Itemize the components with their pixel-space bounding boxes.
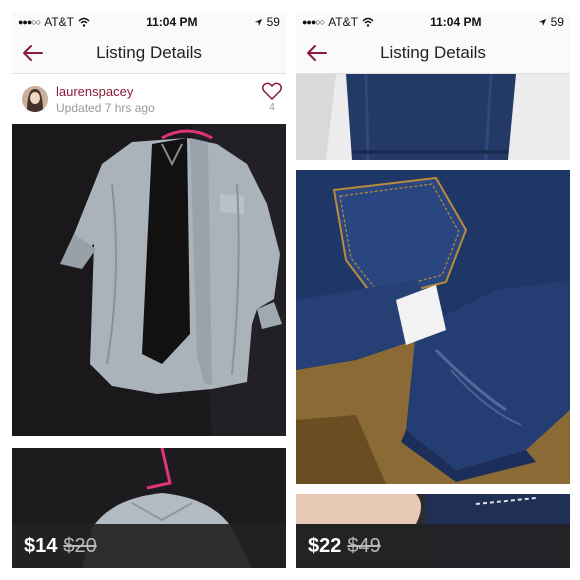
- listing-screen-shirt: ●●●○○ AT&T 11:04 PM 59 Listing Details l…: [12, 12, 286, 568]
- location-arrow-icon: [538, 18, 546, 26]
- page-title: Listing Details: [380, 42, 486, 62]
- back-arrow-icon[interactable]: [304, 40, 330, 66]
- price-original: $49: [347, 534, 381, 557]
- nav-bar: Listing Details: [12, 32, 286, 74]
- like-count: 4: [269, 102, 275, 113]
- wifi-icon: [362, 17, 374, 27]
- status-time: 11:04 PM: [430, 15, 482, 29]
- price-current: $14: [24, 534, 58, 557]
- updated-time: Updated 7 hrs ago: [56, 100, 155, 115]
- page-title: Listing Details: [96, 42, 202, 62]
- price-bar: $22 $49: [296, 524, 570, 568]
- status-time: 11:04 PM: [146, 15, 198, 29]
- avatar[interactable]: [22, 86, 48, 112]
- heart-icon[interactable]: [262, 82, 282, 100]
- back-arrow-icon[interactable]: [20, 40, 46, 66]
- status-bar: ●●●○○ AT&T 11:04 PM 59: [12, 12, 286, 32]
- signal-icon: ●●●○○: [302, 17, 325, 27]
- seller-row[interactable]: laurenspacey Updated 7 hrs ago 4: [12, 74, 286, 124]
- carrier-label: AT&T: [44, 15, 74, 29]
- listing-photo-main[interactable]: [12, 124, 286, 436]
- price-original: $20: [63, 534, 97, 557]
- battery-percent: 59: [550, 15, 564, 29]
- wifi-icon: [78, 17, 90, 27]
- seller-username[interactable]: laurenspacey: [56, 84, 155, 99]
- signal-icon: ●●●○○: [18, 17, 41, 27]
- listing-photo-main[interactable]: [296, 170, 570, 484]
- battery-percent: 59: [266, 15, 280, 29]
- like-button[interactable]: 4: [262, 82, 282, 113]
- price-current: $22: [308, 534, 342, 557]
- location-arrow-icon: [254, 18, 262, 26]
- nav-bar: Listing Details: [296, 32, 570, 74]
- listing-screen-jeans: ●●●○○ AT&T 11:04 PM 59 Listing Details $…: [296, 12, 570, 568]
- status-bar: ●●●○○ AT&T 11:04 PM 59: [296, 12, 570, 32]
- listing-photo-top[interactable]: [296, 74, 570, 160]
- price-bar: $14 $20: [12, 524, 286, 568]
- carrier-label: AT&T: [328, 15, 358, 29]
